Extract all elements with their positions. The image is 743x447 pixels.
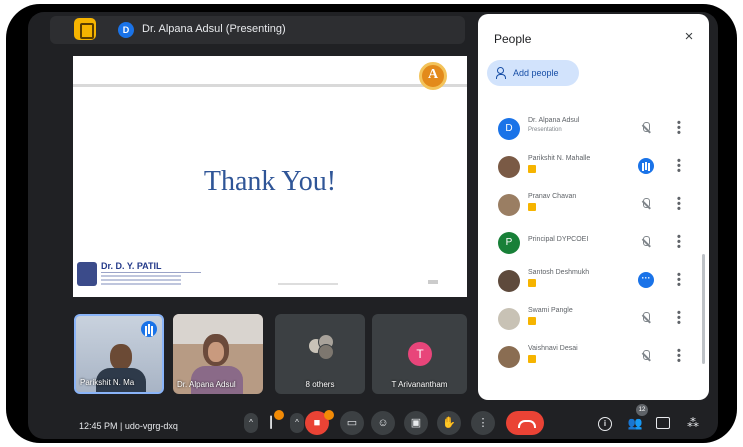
participant-name: Santosh Deshmukh bbox=[528, 269, 590, 276]
speaking-indicator-icon bbox=[141, 321, 157, 337]
slide-badge-logo: A bbox=[419, 62, 447, 90]
tile-name: Parikshit N. Ma bbox=[80, 378, 135, 387]
audio-options-chevron-icon[interactable]: ^ bbox=[244, 413, 258, 433]
slide-page-number bbox=[428, 280, 438, 284]
participant-row[interactable]: D Dr. Alpana Adsul Presentation • • • bbox=[478, 112, 702, 148]
add-person-icon bbox=[496, 67, 508, 79]
more-options-icon[interactable]: • • • bbox=[677, 156, 681, 177]
mic-speaking-icon bbox=[638, 158, 654, 174]
participant-tile[interactable]: Dr. Alpana Adsul bbox=[173, 314, 263, 394]
participant-avatar bbox=[498, 308, 520, 330]
mic-off-icon bbox=[640, 122, 652, 135]
participant-name: Vaishnavi Desai bbox=[528, 345, 578, 352]
more-options-button[interactable]: ⋮ bbox=[471, 411, 495, 435]
participant-head bbox=[110, 344, 132, 370]
mic-off-icon bbox=[640, 350, 652, 363]
participant-name: Swami Pangle bbox=[528, 307, 573, 314]
more-options-icon[interactable]: • • • bbox=[677, 308, 681, 329]
participant-name: Dr. Alpana Adsul bbox=[528, 117, 580, 124]
host-badge-icon bbox=[528, 317, 536, 325]
participant-name: Pranav Chavan bbox=[528, 193, 577, 200]
participant-row[interactable]: Pranav Chavan • • • bbox=[478, 188, 702, 224]
more-options-icon[interactable]: • • • bbox=[677, 346, 681, 367]
host-badge-icon bbox=[528, 203, 536, 211]
captions-icon: ▭ bbox=[346, 417, 358, 429]
people-count-badge: 12 bbox=[636, 404, 648, 416]
meeting-info-icon[interactable]: i bbox=[598, 417, 612, 431]
participant-name: Parikshit N. Mahalle bbox=[528, 155, 591, 162]
participant-name: Principal DYPCOEI bbox=[528, 236, 589, 243]
participant-subtitle: Presentation bbox=[528, 127, 562, 133]
host-badge-icon bbox=[528, 279, 536, 287]
participant-avatar: T bbox=[408, 342, 432, 366]
others-avatars bbox=[308, 334, 336, 360]
emoji-button[interactable]: ☺ bbox=[371, 411, 395, 435]
chat-icon[interactable] bbox=[656, 417, 670, 429]
present-now-button[interactable]: ▣ bbox=[404, 411, 428, 435]
presenter-avatar: D bbox=[118, 22, 134, 38]
present-screen-icon[interactable] bbox=[74, 18, 96, 40]
panel-scrollbar[interactable] bbox=[702, 254, 705, 364]
tile-name: Dr. Alpana Adsul bbox=[177, 380, 236, 389]
participant-row[interactable]: Swami Pangle • • • bbox=[478, 302, 702, 338]
shared-slide: A Thank You! Dr. D. Y. PATIL bbox=[73, 56, 467, 297]
participant-face bbox=[208, 342, 224, 362]
panel-title: People bbox=[494, 32, 532, 46]
others-tile[interactable]: 8 others bbox=[275, 314, 365, 394]
college-subtitle bbox=[101, 272, 201, 285]
college-logo bbox=[77, 262, 97, 286]
more-options-icon[interactable]: • • • bbox=[677, 270, 681, 291]
hand-icon: ✋ bbox=[442, 417, 456, 429]
participant-row[interactable]: Parikshit N. Mahalle • • • bbox=[478, 150, 702, 186]
participant-avatar bbox=[498, 270, 520, 292]
mic-off-icon bbox=[640, 236, 652, 249]
participant-row[interactable]: P Principal DYPCOEI • • • bbox=[478, 226, 702, 262]
close-icon[interactable]: × bbox=[680, 28, 698, 46]
activities-icon[interactable]: ⁂ bbox=[684, 414, 702, 432]
mic-off-icon bbox=[640, 198, 652, 211]
host-badge-icon bbox=[528, 355, 536, 363]
warning-badge bbox=[274, 410, 284, 420]
slide-header-rule bbox=[73, 84, 467, 87]
host-badge-icon bbox=[528, 165, 536, 173]
more-options-icon[interactable]: • • • bbox=[677, 118, 681, 139]
video-options-chevron-icon[interactable]: ^ bbox=[290, 413, 304, 433]
presenter-label: Dr. Alpana Adsul (Presenting) bbox=[142, 23, 286, 35]
participant-tile[interactable]: T T Arivanantham bbox=[372, 314, 467, 394]
participant-row[interactable]: Santosh Deshmukh ··· • • • bbox=[478, 264, 702, 300]
participant-avatar bbox=[498, 156, 520, 178]
meeting-time-code: 12:45 PM | udo-vgrg-dxq bbox=[79, 421, 178, 431]
present-icon: ▣ bbox=[410, 417, 422, 429]
tile-name: 8 others bbox=[305, 380, 335, 389]
participant-tile[interactable]: Parikshit N. Ma bbox=[74, 314, 164, 394]
raise-hand-button[interactable]: ✋ bbox=[437, 411, 461, 435]
add-people-button[interactable]: Add people bbox=[487, 60, 579, 86]
participant-avatar: D bbox=[498, 118, 520, 140]
leave-call-button[interactable] bbox=[506, 411, 544, 435]
more-options-icon[interactable]: • • • bbox=[677, 194, 681, 215]
slide-badge-letter: A bbox=[427, 67, 439, 82]
tile-name: T Arivanantham bbox=[391, 380, 448, 389]
warning-badge bbox=[324, 410, 334, 420]
add-people-label: Add people bbox=[513, 68, 559, 78]
participant-avatar: P bbox=[498, 232, 520, 254]
slide-footer bbox=[278, 283, 338, 285]
captions-button[interactable]: ▭ bbox=[340, 411, 364, 435]
college-name: Dr. D. Y. PATIL bbox=[101, 261, 162, 271]
more-options-icon[interactable]: • • • bbox=[677, 232, 681, 253]
people-panel: People × Add people D Dr. Alpana Adsul P… bbox=[478, 14, 709, 400]
mic-off-icon bbox=[640, 312, 652, 325]
mic-active-icon: ··· bbox=[638, 272, 654, 288]
slide-title: Thank You! bbox=[203, 166, 337, 197]
participant-avatar bbox=[498, 346, 520, 368]
people-icon[interactable]: 👥 bbox=[626, 414, 644, 432]
participant-row[interactable]: Vaishnavi Desai • • • bbox=[478, 340, 702, 376]
participant-avatar bbox=[498, 194, 520, 216]
more-vert-icon: ⋮ bbox=[477, 417, 489, 429]
emoji-icon: ☺ bbox=[377, 417, 389, 429]
